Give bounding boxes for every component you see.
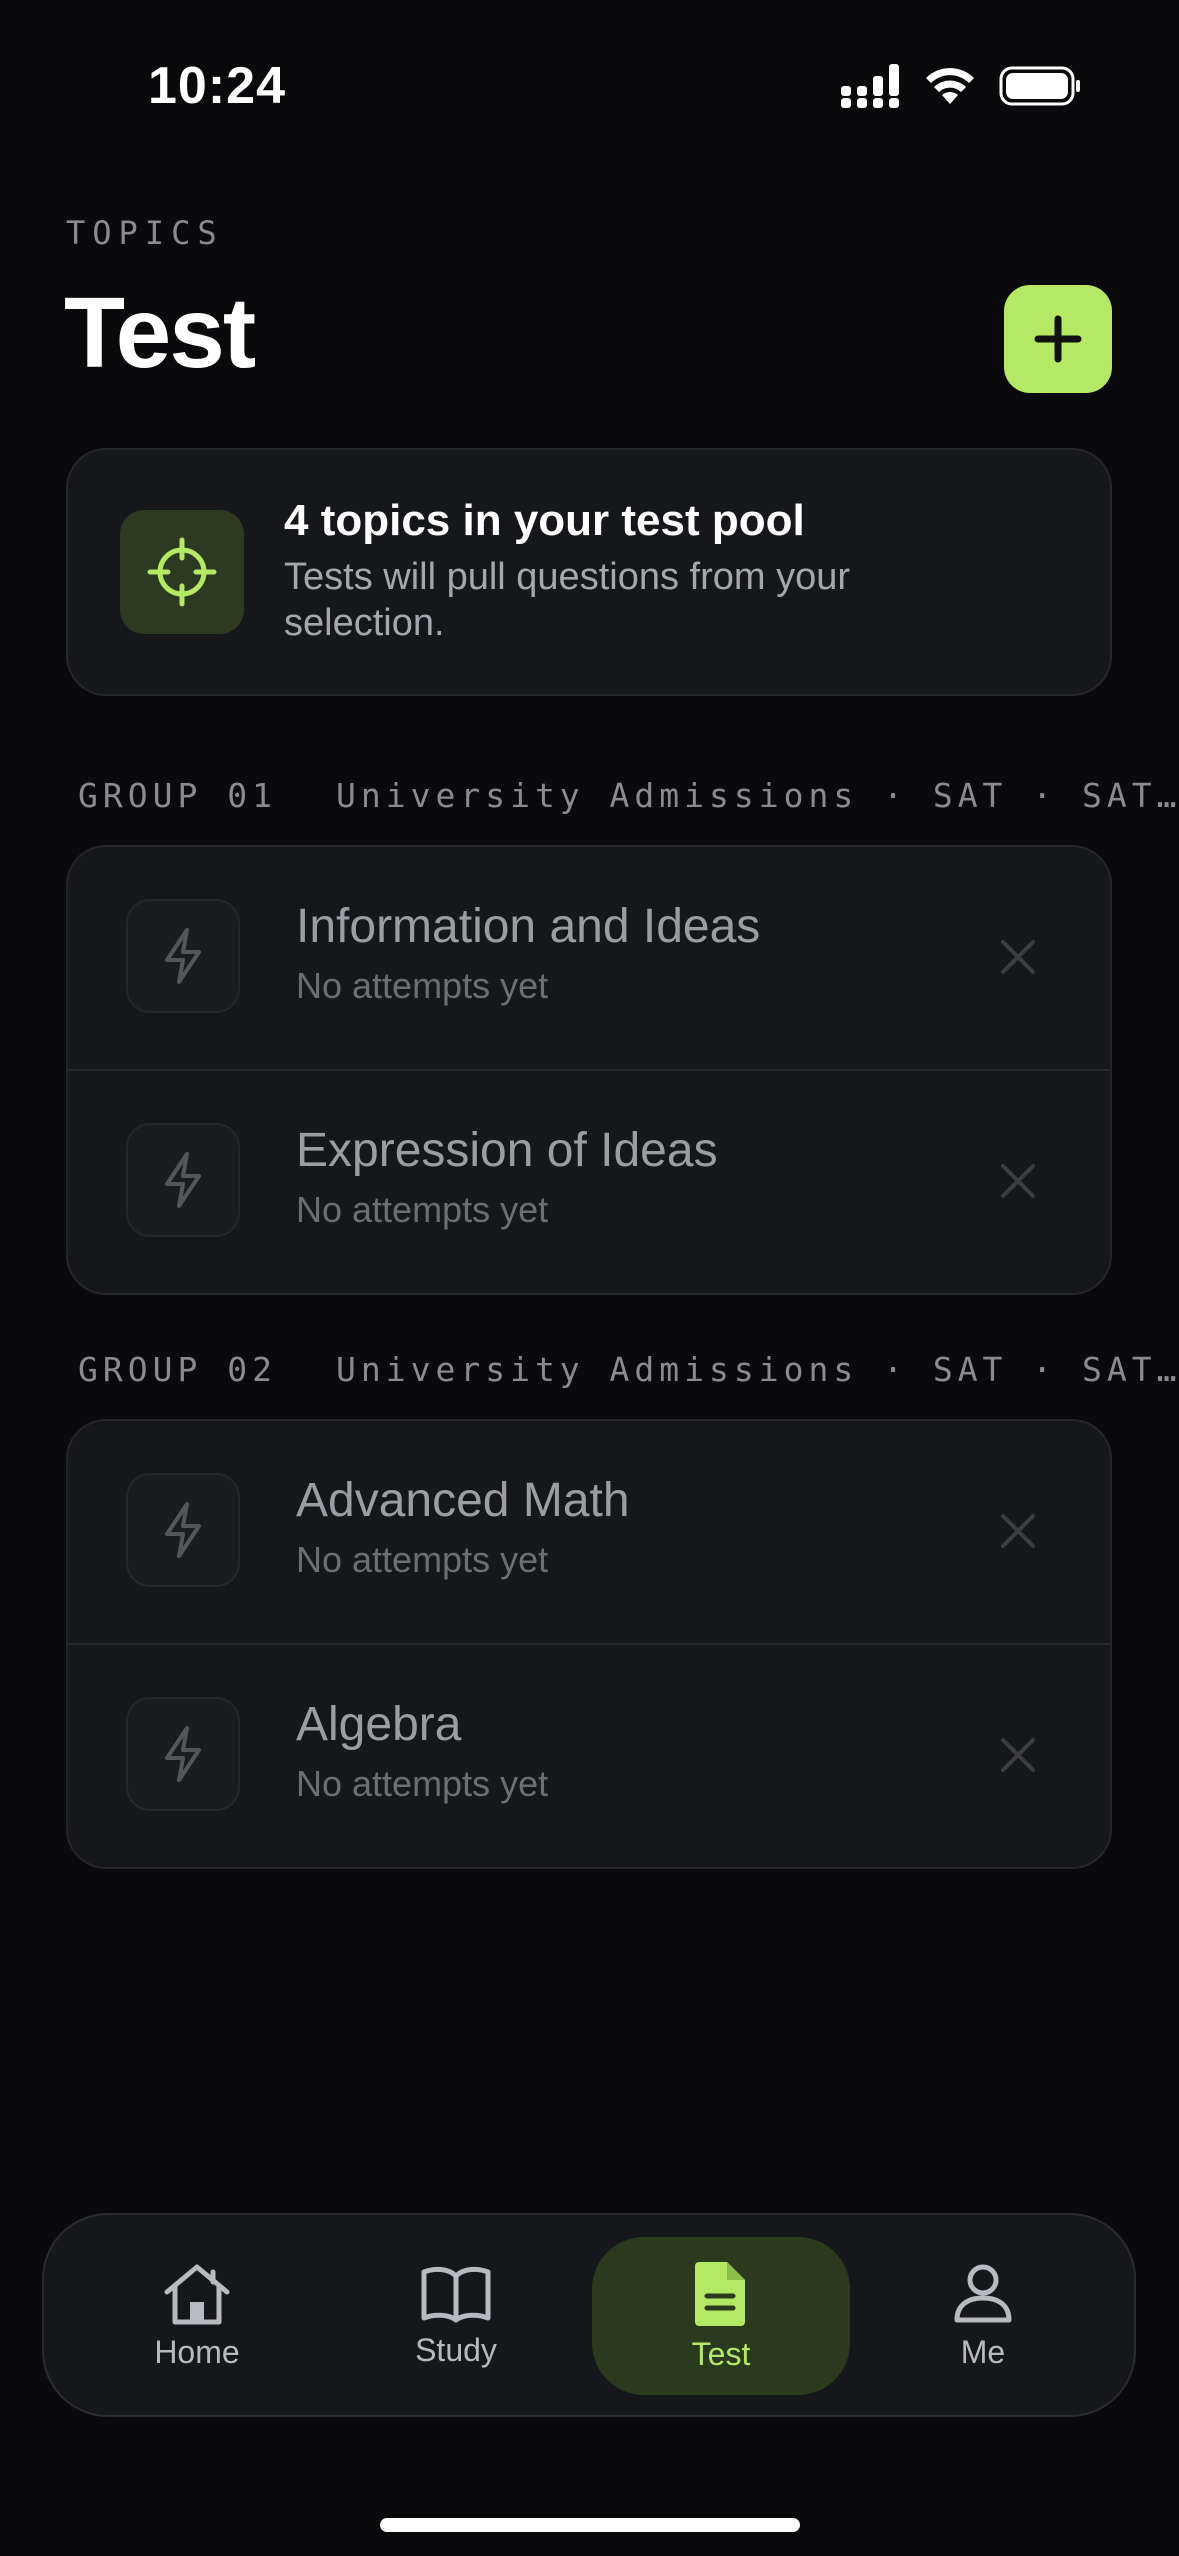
status-time: 10:24	[148, 57, 286, 115]
home-icon	[164, 2264, 230, 2324]
section-eyebrow: TOPICS	[66, 214, 224, 252]
group-header: GROUP 01 University Admissions · SAT · SA…	[78, 776, 1179, 815]
topic-name: Information and Ideas	[296, 900, 761, 953]
topic-status: No attempts yet	[296, 965, 549, 1006]
close-icon	[1001, 1514, 1035, 1548]
tab-test[interactable]: Test	[592, 2237, 850, 2395]
remove-topic-button[interactable]	[994, 1157, 1042, 1205]
lightning-icon	[126, 1123, 240, 1237]
home-indicator[interactable]	[380, 2518, 800, 2532]
topic-status: No attempts yet	[296, 1189, 549, 1230]
lightning-icon	[126, 899, 240, 1013]
tab-label: Home	[154, 2333, 240, 2370]
group-header: GROUP 02 University Admissions · SAT · SA…	[78, 1350, 1179, 1389]
tab-study[interactable]: Study	[327, 2237, 585, 2395]
pool-title: 4 topics in your test pool	[284, 496, 805, 545]
status-bar: 10:24	[0, 0, 1179, 140]
tab-home[interactable]: Home	[68, 2237, 326, 2395]
battery-icon	[999, 66, 1080, 106]
tab-label: Me	[960, 2333, 1006, 2370]
topic-name: Expression of Ideas	[296, 1124, 718, 1177]
book-icon	[421, 2266, 491, 2322]
tab-bar: Home Study Test Me	[42, 2213, 1136, 2417]
target-icon	[120, 510, 244, 634]
group-path: University Admissions · SAT · SAT…	[336, 776, 1179, 815]
test-pool-summary-card: 4 topics in your test pool Tests will pu…	[66, 448, 1112, 696]
close-icon	[1001, 1738, 1035, 1772]
close-icon	[1001, 1164, 1035, 1198]
group-label: GROUP 01	[78, 776, 277, 815]
tab-label: Study	[415, 2331, 497, 2368]
document-icon	[695, 2261, 745, 2326]
group-label: GROUP 02	[78, 1350, 277, 1389]
person-icon	[954, 2264, 1012, 2322]
group-path: University Admissions · SAT · SAT…	[336, 1350, 1179, 1389]
tab-me[interactable]: Me	[854, 2237, 1112, 2395]
page-title: Test	[64, 277, 256, 389]
add-topic-button[interactable]	[1004, 285, 1112, 393]
topic-status: No attempts yet	[296, 1763, 549, 1804]
topic-row[interactable]: Expression of Ideas No attempts yet	[68, 1069, 1110, 1293]
remove-topic-button[interactable]	[994, 1731, 1042, 1779]
wifi-icon	[926, 68, 974, 104]
topic-status: No attempts yet	[296, 1539, 549, 1580]
remove-topic-button[interactable]	[994, 1507, 1042, 1555]
topic-row[interactable]: Information and Ideas No attempts yet	[68, 847, 1110, 1069]
group-card: Information and Ideas No attempts yet Ex…	[66, 845, 1112, 1295]
remove-topic-button[interactable]	[994, 933, 1042, 981]
pool-subtitle: Tests will pull questions from your sele…	[284, 556, 850, 644]
topic-row[interactable]: Advanced Math No attempts yet	[68, 1421, 1110, 1643]
lightning-icon	[126, 1473, 240, 1587]
plus-icon	[1034, 315, 1082, 363]
tab-label: Test	[691, 2335, 751, 2372]
topic-name: Algebra	[296, 1698, 462, 1751]
topic-row[interactable]: Algebra No attempts yet	[68, 1643, 1110, 1867]
topic-name: Advanced Math	[296, 1474, 630, 1527]
close-icon	[1001, 940, 1035, 974]
cellular-signal-icon	[841, 64, 899, 108]
lightning-icon	[126, 1697, 240, 1811]
status-icons	[841, 64, 1081, 108]
group-card: Advanced Math No attempts yet Algebra No…	[66, 1419, 1112, 1869]
